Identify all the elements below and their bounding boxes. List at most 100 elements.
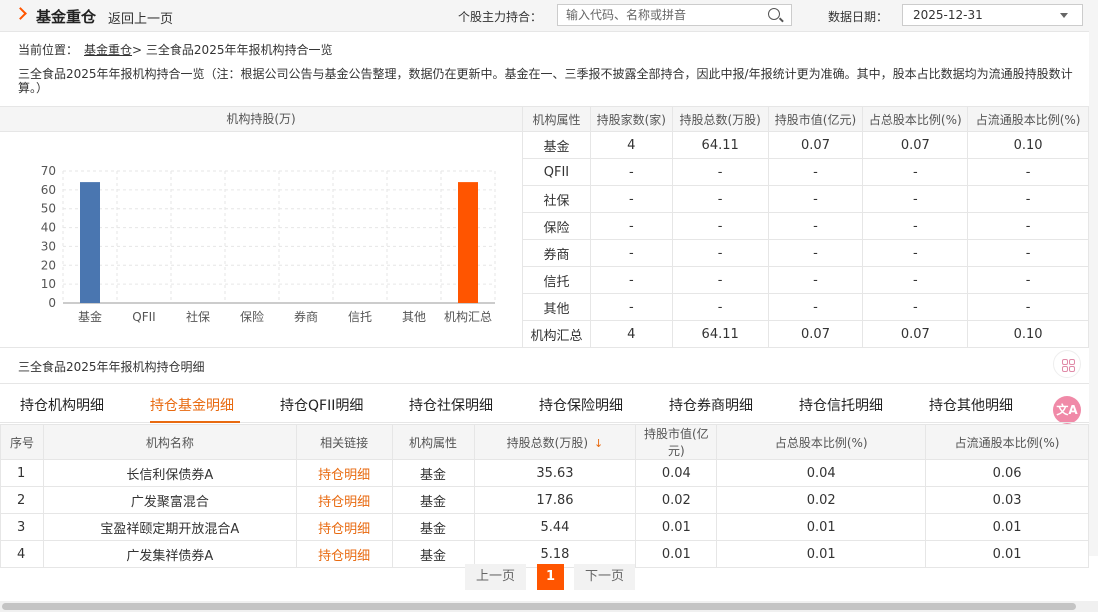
detail-cell: 基金 — [391, 540, 475, 568]
detail-header-cell: 相关链接 — [295, 424, 393, 460]
detail-cell: 0.02 — [716, 486, 927, 514]
chart-panel: 机构持股(万) 0 10 20 30 40 50 60 70 基金 QFII 社保 保险 券商 信托 其他 机… — [0, 106, 522, 348]
search-icon[interactable] — [768, 8, 780, 20]
stats-cell: 4 — [589, 131, 673, 159]
y-tick-label: 10 — [41, 277, 56, 291]
stats-cell: - — [862, 185, 969, 213]
y-tick-label: 70 — [41, 164, 56, 178]
detail-header-cell: 机构属性 — [391, 424, 475, 460]
chevron-right-icon — [14, 7, 27, 20]
tab-2[interactable]: 持仓基金明细 — [150, 395, 234, 415]
scrollbar-thumb[interactable] — [2, 603, 1076, 610]
detail-header-label: 相关链接 — [320, 435, 369, 450]
detail-header-cell[interactable]: 持股总数(万股) ↓ — [473, 424, 637, 460]
detail-cell: 3 — [0, 513, 44, 541]
institution-stats-table: 机构属性 持股家数(家) 持股总数(万股) 持股市值(亿元) 占总股本比例(%) 占流通股… — [522, 106, 1089, 348]
stats-cell: - — [671, 185, 769, 213]
stats-cell: - — [967, 185, 1089, 213]
detail-header-label: 占流通股本比例(%) — [954, 435, 1060, 450]
x-tick-label: 保险 — [240, 309, 264, 324]
tab-6[interactable]: 持仓券商明细 — [669, 395, 753, 415]
stats-cell: - — [862, 212, 969, 240]
detail-cell: 0.01 — [635, 540, 718, 568]
stats-header-cell: 占流通股本比例(%) — [967, 106, 1089, 132]
stock-search-input[interactable] — [566, 7, 761, 23]
stats-row: 机构汇总 4 64.11 0.07 0.07 0.10 — [522, 320, 1089, 348]
tab-7[interactable]: 持仓信托明细 — [799, 395, 883, 415]
stats-cell: - — [767, 185, 864, 213]
detail-cell: 0.06 — [925, 459, 1089, 487]
detail-cell: 4 — [0, 540, 44, 568]
detail-cell: 0.04 — [716, 459, 927, 487]
detail-cell: 广发集祥债券A — [42, 540, 297, 568]
stats-row: 信托 - - - - - — [522, 266, 1089, 294]
stats-cell: 社保 — [522, 185, 591, 213]
stats-cell: 其他 — [522, 293, 591, 321]
tab-3[interactable]: 持仓QFII明细 — [280, 395, 363, 415]
stats-header-cell: 持股市值(亿元) — [767, 106, 864, 132]
detail-cell: 2 — [0, 486, 44, 514]
holdings-detail-link[interactable]: 持仓明细 — [295, 459, 393, 487]
detail-cell: 0.01 — [716, 513, 927, 541]
horizontal-scrollbar[interactable] — [0, 601, 1098, 612]
stock-search-box[interactable] — [557, 4, 792, 26]
stats-cell: - — [967, 212, 1089, 240]
stock-search-label: 个股主力持合： — [458, 10, 543, 24]
prev-page-button[interactable]: 上一页 — [465, 564, 526, 590]
y-tick-label: 50 — [41, 202, 56, 216]
stats-header-cell: 机构属性 — [522, 106, 591, 132]
x-tick-label: 券商 — [294, 309, 318, 324]
sort-desc-icon[interactable]: ↓ — [594, 437, 603, 450]
stats-cell: 保险 — [522, 212, 591, 240]
detail-cell: 基金 — [391, 513, 475, 541]
next-page-button[interactable]: 下一页 — [574, 564, 635, 590]
stats-cell: - — [862, 293, 969, 321]
x-tick-label: 信托 — [348, 310, 372, 324]
fund-holdings-table: 序号 机构名称 相关链接 机构属性 持股总数(万股) ↓ 持股市值(亿元) 占总股本比例(%)… — [0, 424, 1089, 568]
stats-cell: - — [767, 239, 864, 267]
x-tick-label: 基金 — [78, 309, 102, 324]
vertical-scrollbar[interactable] — [1089, 0, 1098, 556]
tab-4[interactable]: 持仓社保明细 — [409, 395, 493, 415]
date-label: 数据日期： — [828, 10, 889, 24]
breadcrumb-link[interactable]: 基金重仓 — [84, 43, 132, 57]
holdings-detail-link[interactable]: 持仓明细 — [295, 486, 393, 514]
stats-cell: 0.07 — [767, 131, 864, 159]
stats-cell: - — [767, 158, 864, 186]
detail-cell: 0.04 — [635, 459, 718, 487]
stats-header-cell: 持股家数(家) — [589, 106, 673, 132]
detail-header-cell: 持股市值(亿元) — [635, 424, 718, 460]
detail-header-cell: 机构名称 — [42, 424, 297, 460]
stats-cell: - — [671, 293, 769, 321]
back-link[interactable]: 返回上一页 — [108, 8, 173, 27]
detail-header-label: 序号 — [9, 435, 34, 450]
stats-cell: - — [967, 239, 1089, 267]
detail-cell: 0.01 — [716, 540, 927, 568]
detail-cell: 5.44 — [473, 513, 637, 541]
chart-title: 机构持股(万) — [0, 107, 522, 132]
stats-cell: QFII — [522, 158, 591, 186]
detail-cell: 1 — [0, 459, 44, 487]
y-tick-label: 0 — [48, 296, 56, 310]
stats-cell: 0.07 — [862, 131, 969, 159]
stats-cell: 0.10 — [967, 131, 1089, 159]
detail-header-label: 机构属性 — [409, 435, 458, 450]
tab-8[interactable]: 持仓其他明细 — [929, 395, 1013, 415]
stats-cell: 0.10 — [967, 320, 1089, 348]
stats-cell: 券商 — [522, 239, 591, 267]
tab-5[interactable]: 持仓保险明细 — [539, 395, 623, 415]
detail-header-label: 占总股本比例(%) — [774, 435, 868, 450]
tab-1[interactable]: 持仓机构明细 — [20, 395, 104, 415]
stats-row: 社保 - - - - - — [522, 185, 1089, 213]
y-tick-label: 60 — [41, 183, 56, 197]
page-number-current[interactable]: 1 — [537, 564, 564, 590]
stats-cell: - — [589, 185, 673, 213]
stats-cell: - — [671, 266, 769, 294]
stats-cell: - — [862, 239, 969, 267]
detail-cell: 基金 — [391, 486, 475, 514]
date-select[interactable]: 2025-12-31 — [902, 4, 1083, 26]
holdings-detail-link[interactable]: 持仓明细 — [295, 540, 393, 568]
detail-cell: 广发聚富混合 — [42, 486, 297, 514]
grid-app-icon[interactable] — [1053, 350, 1081, 378]
holdings-detail-link[interactable]: 持仓明细 — [295, 513, 393, 541]
